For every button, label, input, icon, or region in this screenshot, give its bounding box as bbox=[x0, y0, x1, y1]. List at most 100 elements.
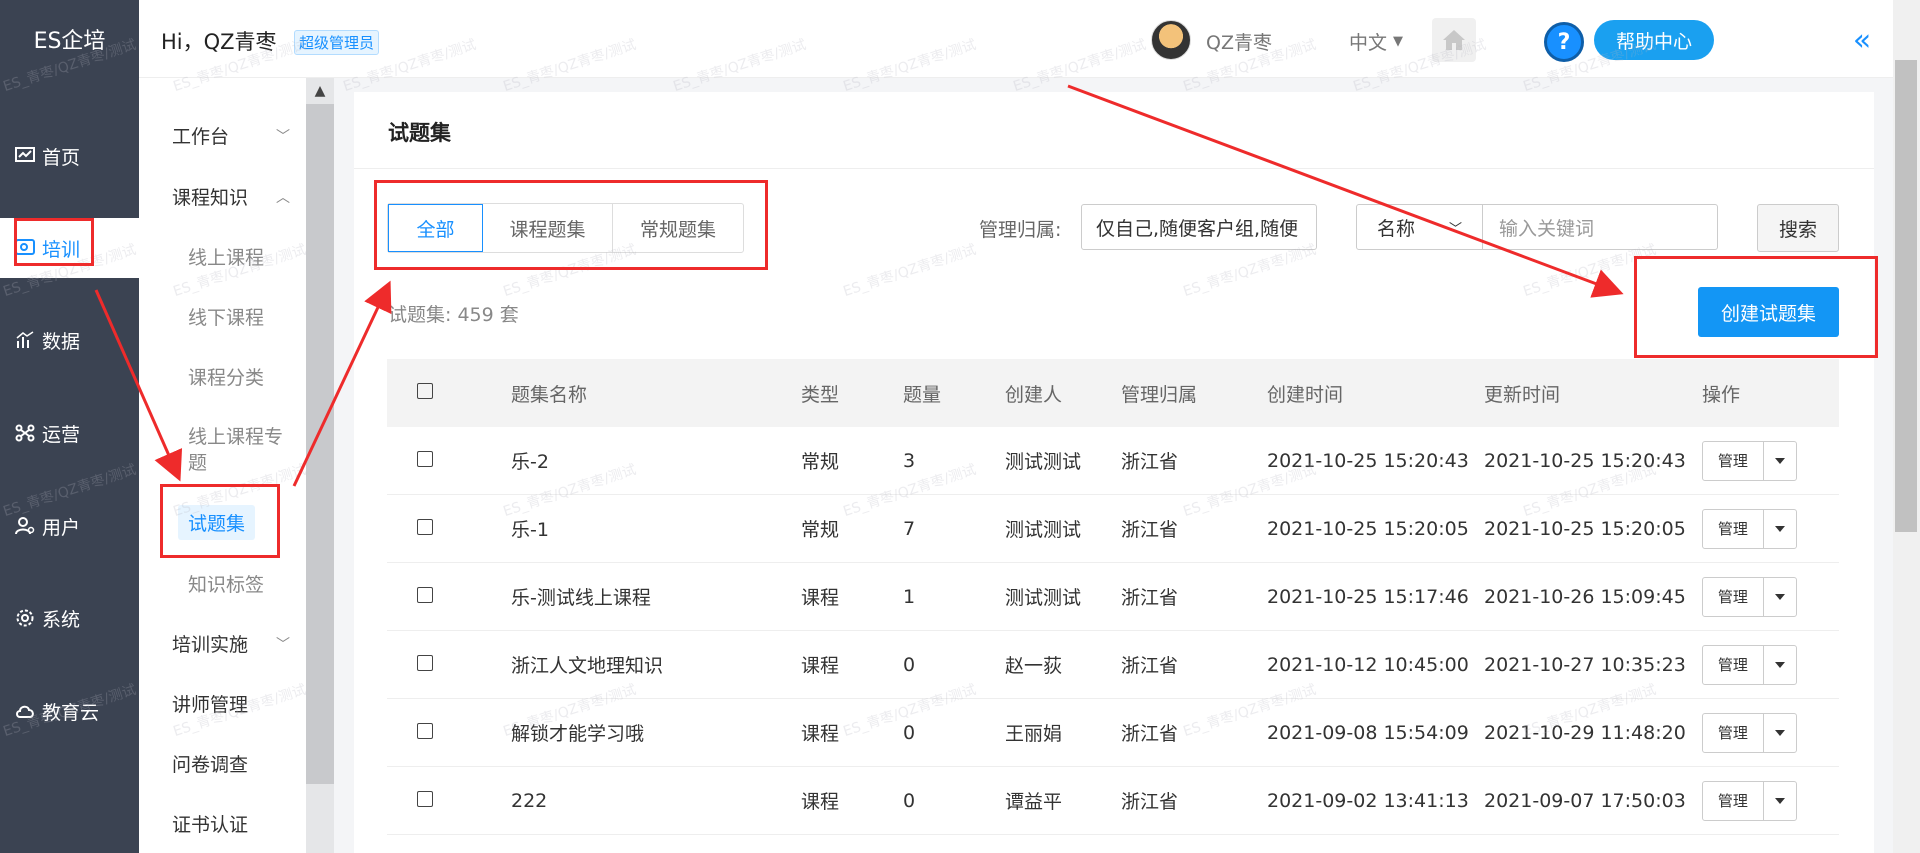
role-badge: 超级管理员 bbox=[294, 30, 380, 55]
keyword-input[interactable]: 输入关键词 bbox=[1482, 204, 1718, 250]
table-row: 解锁才能学习哦 课程 0 王丽娟 浙江省 2021-09-08 15:54:09 2021-… bbox=[387, 699, 1839, 767]
manage-split-button: 管理 bbox=[1702, 440, 1797, 481]
tab-course-set[interactable]: 课程题集 bbox=[483, 204, 613, 252]
caret-down-icon[interactable] bbox=[1764, 646, 1796, 684]
org-filter-input[interactable]: 仅自己,随便客户组,随便 bbox=[1081, 204, 1317, 250]
submenu-course-knowledge[interactable]: 课程知识 ︿ bbox=[172, 183, 290, 210]
avatar[interactable] bbox=[1151, 20, 1191, 60]
submenu-online-course-topic[interactable]: 线上课程专题 bbox=[188, 424, 298, 476]
cell-creator: 赵一荻 bbox=[1005, 655, 1063, 677]
nav-item-operation[interactable]: 运营 bbox=[0, 403, 139, 463]
table-row: 乐-测试线上课程 课程 1 测试测试 浙江省 2021-10-25 15:17:46 202… bbox=[387, 563, 1839, 631]
row-checkbox[interactable] bbox=[417, 586, 433, 603]
submenu-lecturer[interactable]: 讲师管理 bbox=[172, 690, 290, 717]
help-center-button[interactable]: 帮助中心 bbox=[1594, 20, 1714, 60]
cloud-icon bbox=[14, 700, 36, 722]
title-divider bbox=[354, 168, 1874, 169]
cell-qty: 0 bbox=[903, 653, 916, 676]
submenu-label: 培训实施 bbox=[172, 634, 249, 656]
row-checkbox[interactable] bbox=[417, 450, 433, 467]
total-count: 试题集: 459 套 bbox=[388, 304, 519, 326]
chevron-down-icon: ﹀ bbox=[276, 128, 290, 145]
operation-icon bbox=[14, 422, 36, 444]
field-select[interactable]: 名称 ﹀ bbox=[1356, 204, 1483, 250]
caret-down-icon[interactable] bbox=[1764, 714, 1796, 752]
cell-org: 浙江省 bbox=[1121, 723, 1179, 745]
help-question-icon[interactable]: ? bbox=[1544, 22, 1584, 62]
manage-button[interactable]: 管理 bbox=[1703, 713, 1764, 752]
submenu-label: 证书认证 bbox=[172, 814, 249, 836]
username[interactable]: QZ青枣 bbox=[1206, 28, 1272, 55]
language-select[interactable]: 中文 ▼ bbox=[1349, 28, 1403, 55]
col-header-creator: 创建人 bbox=[1005, 383, 1063, 406]
nav-item-edu-cloud[interactable]: 教育云 bbox=[0, 681, 139, 741]
cell-qty: 3 bbox=[903, 449, 916, 472]
manage-button[interactable]: 管理 bbox=[1703, 441, 1764, 480]
cell-created: 2021-10-25 15:17:46 bbox=[1267, 585, 1469, 608]
question-set-table: 题集名称 类型 题量 创建人 管理归属 创建时间 更新时间 操作 乐-2 常规 3 测… bbox=[387, 359, 1839, 835]
caret-down-icon[interactable] bbox=[1764, 782, 1796, 820]
manage-split-button: 管理 bbox=[1702, 712, 1797, 753]
row-checkbox[interactable] bbox=[417, 654, 433, 671]
search-button[interactable]: 搜索 bbox=[1757, 204, 1839, 252]
caret-down-icon[interactable] bbox=[1764, 578, 1796, 616]
table-row: 乐-2 常规 3 测试测试 浙江省 2021-10-25 15:20:43 2021-10-… bbox=[387, 427, 1839, 495]
nav-item-training[interactable]: 培训 bbox=[0, 218, 139, 278]
cell-created: 2021-09-08 15:54:09 bbox=[1267, 721, 1469, 744]
tab-all[interactable]: 全部 bbox=[388, 204, 483, 252]
field-select-value: 名称 bbox=[1377, 217, 1416, 240]
submenu-survey[interactable]: 问卷调查 bbox=[172, 750, 290, 777]
cell-created: 2021-10-25 15:20:05 bbox=[1267, 517, 1469, 540]
cell-name: 222 bbox=[511, 789, 548, 812]
chevron-up-icon: ︿ bbox=[276, 189, 290, 206]
manage-button[interactable]: 管理 bbox=[1703, 577, 1764, 616]
create-question-set-button[interactable]: 创建试题集 bbox=[1698, 287, 1839, 337]
nav-item-system[interactable]: 系统 bbox=[0, 588, 139, 648]
manage-button[interactable]: 管理 bbox=[1703, 645, 1764, 684]
cell-qty: 0 bbox=[903, 789, 916, 812]
select-all-checkbox[interactable] bbox=[417, 383, 433, 399]
home-button[interactable] bbox=[1432, 18, 1476, 62]
scroll-up-icon[interactable]: ▲ bbox=[306, 78, 334, 104]
gear-icon bbox=[14, 607, 36, 629]
col-header-type: 类型 bbox=[801, 383, 840, 406]
submenu-knowledge-tag[interactable]: 知识标签 bbox=[188, 570, 264, 597]
nav-label: 数据 bbox=[42, 330, 81, 353]
submenu-online-course[interactable]: 线上课程 bbox=[188, 243, 264, 270]
page-scroll-thumb[interactable] bbox=[1895, 60, 1917, 532]
cell-name: 浙江人文地理知识 bbox=[511, 655, 664, 677]
submenu-scroll-thumb[interactable] bbox=[306, 104, 334, 784]
submenu-training-impl[interactable]: 培训实施 ﹀ bbox=[172, 630, 290, 657]
submenu-certificate[interactable]: 证书认证 bbox=[172, 810, 290, 837]
nav-item-data[interactable]: 数据 bbox=[0, 310, 139, 370]
language-label: 中文 bbox=[1349, 32, 1388, 54]
caret-down-icon[interactable] bbox=[1764, 510, 1796, 548]
row-checkbox[interactable] bbox=[417, 518, 433, 535]
submenu-question-set[interactable]: 试题集 bbox=[178, 505, 256, 540]
manage-button[interactable]: 管理 bbox=[1703, 509, 1764, 548]
cell-type: 课程 bbox=[801, 791, 840, 813]
cell-created: 2021-10-12 10:45:00 bbox=[1267, 653, 1469, 676]
row-checkbox[interactable] bbox=[417, 790, 433, 807]
submenu-course-category[interactable]: 课程分类 bbox=[188, 363, 264, 390]
row-checkbox[interactable] bbox=[417, 722, 433, 739]
col-header-created: 创建时间 bbox=[1267, 383, 1344, 406]
manage-split-button: 管理 bbox=[1702, 508, 1797, 549]
page-title: 试题集 bbox=[388, 121, 451, 145]
nav-label: 运营 bbox=[42, 423, 81, 446]
submenu-workbench[interactable]: 工作台 ﹀ bbox=[172, 122, 290, 149]
training-icon bbox=[14, 237, 36, 259]
nav-item-user[interactable]: 用户 bbox=[0, 496, 139, 556]
nav-label: 用户 bbox=[42, 516, 81, 539]
collapse-double-chevron-icon[interactable]: « bbox=[1844, 22, 1880, 58]
cell-created: 2021-10-25 15:20:43 bbox=[1267, 449, 1469, 472]
caret-down-icon[interactable] bbox=[1764, 442, 1796, 480]
manage-button[interactable]: 管理 bbox=[1703, 781, 1764, 820]
cell-name: 乐-测试线上课程 bbox=[511, 587, 651, 609]
cell-org: 浙江省 bbox=[1121, 519, 1179, 541]
tab-regular-set[interactable]: 常规题集 bbox=[613, 204, 743, 252]
nav-item-home[interactable]: 首页 bbox=[0, 126, 139, 186]
cell-creator: 测试测试 bbox=[1005, 451, 1082, 473]
submenu-offline-course[interactable]: 线下课程 bbox=[188, 303, 264, 330]
manage-split-button: 管理 bbox=[1702, 576, 1797, 617]
